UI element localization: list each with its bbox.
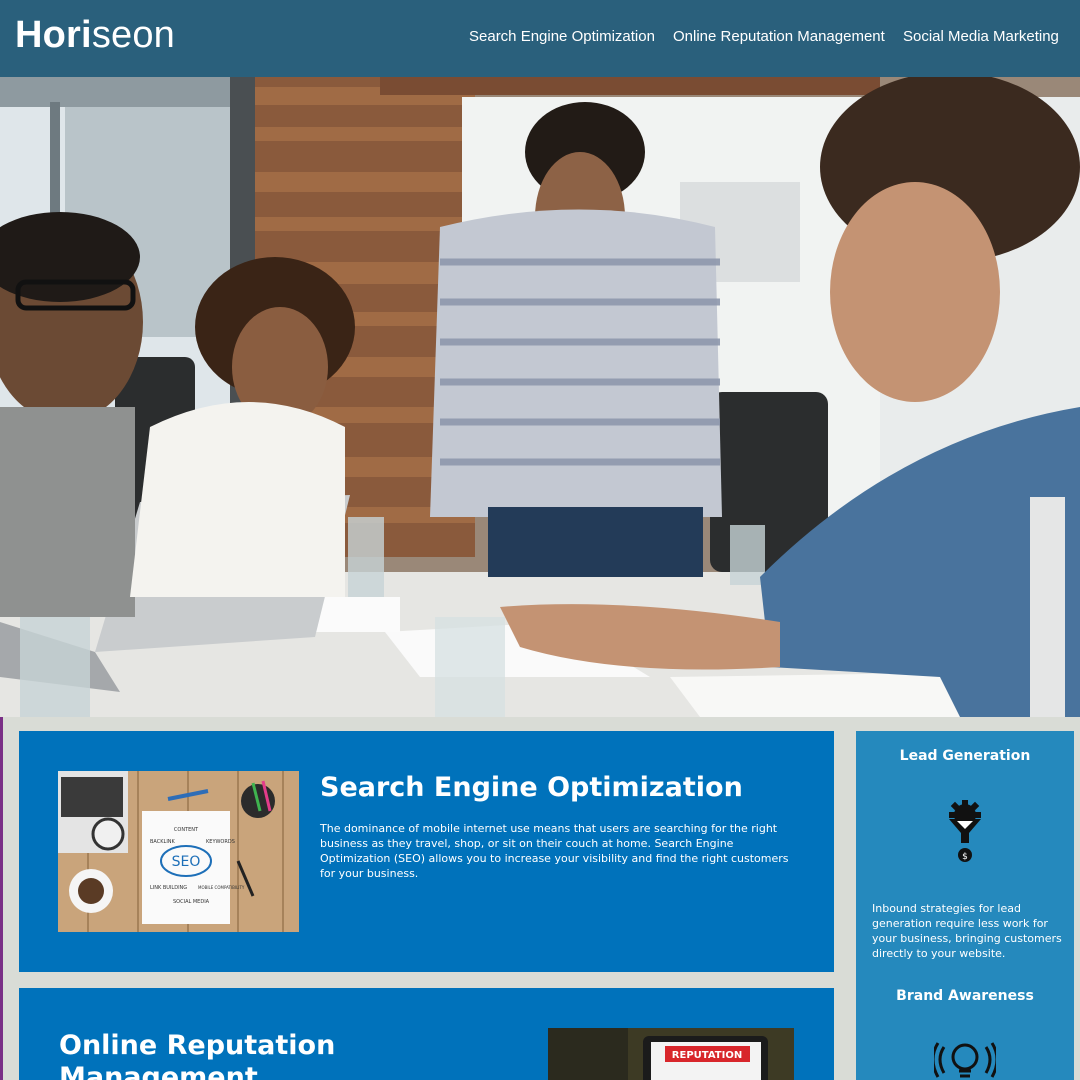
lead-generation-text: Inbound strategies for lead generation r…	[872, 902, 1062, 960]
hero-team-meeting-illustration	[0, 77, 1080, 717]
nav-link-reputation[interactable]: Online Reputation Management	[673, 28, 885, 45]
left-accent-bar	[0, 717, 3, 1080]
reputation-image-word: REPUTATION	[672, 1050, 742, 1061]
site-logo[interactable]: Horiseon	[15, 14, 175, 57]
benefits-sidebar: Lead Generation $ Inbound strategies for…	[856, 731, 1074, 1080]
nav-link-seo[interactable]: Search Engine Optimization	[469, 28, 655, 45]
logo-bold-text: Hori	[15, 14, 92, 56]
seo-image: SEO CONTENT BACKLINK LINK BUILDING SOCIA…	[58, 771, 299, 932]
seo-title: Search Engine Optimization	[320, 772, 743, 803]
brand-awareness-lightbulb-icon	[931, 1039, 999, 1080]
seo-image-word: MOBILE COMPATIBILITY	[198, 885, 245, 890]
nav-link-social-media[interactable]: Social Media Marketing	[903, 28, 1059, 45]
seo-image-word: SOCIAL MEDIA	[173, 899, 210, 905]
reputation-section: Online Reputation Management REPUTATION	[19, 988, 834, 1080]
svg-text:$: $	[962, 852, 968, 862]
brand-awareness-title: Brand Awareness	[896, 988, 1034, 1004]
lead-generation-funnel-icon: $	[945, 799, 985, 865]
seo-image-word: BACKLINK	[150, 839, 176, 845]
seo-section: SEO CONTENT BACKLINK LINK BUILDING SOCIA…	[19, 731, 834, 972]
reputation-title: Online Reputation Management	[59, 1030, 336, 1080]
hero-image	[0, 77, 1080, 717]
seo-image-word: KEYWORDS	[206, 839, 235, 845]
lead-generation-title: Lead Generation	[899, 748, 1031, 764]
seo-image-word: SEO	[172, 854, 201, 870]
site-header: Horiseon Search Engine Optimization Onli…	[0, 0, 1080, 77]
reputation-tablet-illustration: REPUTATION	[548, 1028, 794, 1080]
seo-desk-illustration: SEO CONTENT BACKLINK LINK BUILDING SOCIA…	[58, 771, 299, 932]
seo-text: The dominance of mobile internet use mea…	[320, 822, 789, 880]
logo-light-text: seon	[91, 14, 176, 56]
reputation-image: REPUTATION	[548, 1028, 794, 1080]
seo-image-word: LINK BUILDING	[150, 885, 187, 891]
seo-image-word: CONTENT	[174, 827, 199, 833]
